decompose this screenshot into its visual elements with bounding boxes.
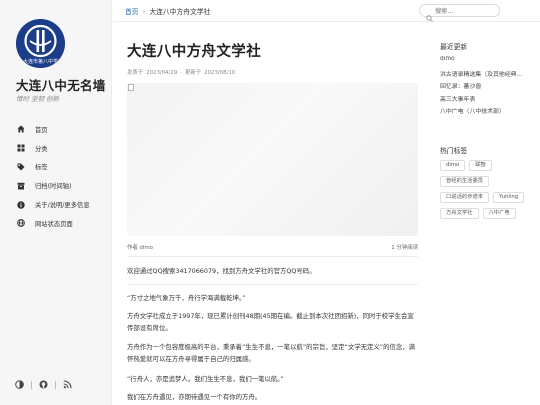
nav-item-status[interactable]: 网站状态页面	[0, 214, 112, 233]
paragraph: 我们在方舟遇见，亦期待遇见一个有你的方舟。	[127, 393, 262, 401]
theme-toggle-icon[interactable]	[15, 380, 24, 389]
nav-item-about[interactable]: 关于/说明/更多信息	[0, 195, 112, 214]
read-time: 1 分钟阅读	[391, 245, 418, 251]
archive-icon	[17, 182, 25, 190]
nav-item-archive[interactable]: 归档(时间轴)	[0, 176, 112, 195]
paragraph: 欢迎通过QQ搜索3417066079，找到方舟文学社的官方QQ号码。	[127, 267, 316, 275]
tag-chip[interactable]: 联智	[469, 160, 492, 171]
published-date: 2023/04/29	[146, 70, 178, 76]
post-author[interactable]: 作者 dimo	[127, 243, 153, 251]
nav-label: 分类	[35, 145, 48, 153]
tag-chip[interactable]: dimo	[440, 160, 466, 171]
search-box[interactable]	[419, 4, 500, 22]
popular-tags-heading: 热门标签	[440, 147, 468, 155]
nav-label: 网站状态页面	[35, 220, 73, 228]
nav-item-categories[interactable]: 分类	[0, 139, 112, 158]
search-icon	[426, 7, 433, 26]
recent-update-link[interactable]: dimo	[440, 56, 535, 69]
meta-separator: ·	[180, 70, 182, 76]
hero-image	[127, 83, 418, 236]
nav-label: 首页	[35, 126, 48, 134]
recent-update-link[interactable]: 高三大事年表	[440, 94, 535, 107]
paragraph: “方寸之地气象万千，舟行学海满载乾坤。”	[127, 294, 246, 302]
paragraph: “行舟人，亦是追梦人。我们生生不息，我们一笔以航。”	[127, 375, 284, 383]
breadcrumb-current: 大连八中方舟文学社	[149, 8, 211, 16]
divider	[31, 380, 32, 389]
updated-date: 2023/08/10	[204, 70, 236, 76]
github-icon[interactable]	[39, 380, 48, 389]
post-meta: 发表于 2023/04/29 · 更新于 2023/08/10	[127, 68, 238, 76]
top-bar: 首页 › 大连八中方舟文学社	[113, 0, 540, 22]
nav-item-home[interactable]: 首页	[0, 120, 112, 139]
home-icon	[17, 125, 25, 133]
updated-label: 更新于	[184, 70, 202, 76]
broken-image-icon	[128, 84, 134, 91]
nav-label: 归档(时间轴)	[35, 183, 72, 191]
sidebar: 大连市第八中学 大连八中无名墙 情时 坚韧 创新 首页 分类 标签 归档(时间轴…	[0, 0, 112, 405]
info-icon	[17, 200, 25, 209]
divider	[55, 380, 56, 389]
published-label: 发表于	[127, 70, 144, 76]
breadcrumb: 首页 › 大连八中方舟文学社	[125, 6, 210, 16]
tag-chip[interactable]: 八中广电	[482, 208, 516, 219]
nav-item-tags[interactable]: 标签	[0, 158, 112, 177]
post-title: 大连八中方舟文学社	[127, 44, 262, 60]
recent-updates-heading: 最近更新	[440, 43, 468, 51]
site-subtitle: 情时 坚韧 创新	[16, 95, 60, 103]
rss-icon[interactable]	[63, 380, 72, 389]
paragraph: 方舟作为一个包容度极高的平台，秉承着“生生不息，一笔以航”的宗旨，坚定“文学无定…	[127, 343, 416, 363]
tag-chip[interactable]: 曾经的生活委员	[440, 176, 490, 187]
site-title[interactable]: 大连八中无名墙	[16, 75, 106, 94]
tag-chip[interactable]: 口说话的歩道末	[440, 192, 490, 203]
tag-icon	[17, 163, 25, 171]
main-nav: 首页 分类 标签 归档(时间轴) 关于/说明/更多信息 网站状态页面	[0, 120, 112, 233]
recent-update-link[interactable]: 回忆录：蕃沙兽	[440, 81, 535, 94]
recent-updates-list: dimo 洪古语录精选集（及其他经典… 回忆录：蕃沙兽 高三大事年表 八中广电（…	[440, 56, 535, 119]
tag-chip[interactable]: Yuhling	[493, 192, 525, 203]
recent-update-link[interactable]: 八中广电（八中技术部）	[440, 106, 535, 119]
nav-label: 关于/说明/更多信息	[35, 202, 90, 210]
search-input[interactable]	[435, 6, 495, 16]
grid-icon	[17, 144, 25, 152]
globe-icon	[17, 219, 25, 228]
breadcrumb-home-link[interactable]: 首页	[125, 8, 139, 16]
breadcrumb-separator: ›	[142, 8, 146, 16]
logo-text: 大连市第八中学	[23, 58, 58, 65]
paragraph: 方舟文学社成立于1997年，现已累计创刊48期(45期在编。截止到本次社团招新)…	[127, 312, 414, 332]
recent-update-link[interactable]: 洪古语录精选集（及其他经典…	[440, 69, 535, 82]
sidebar-footer-icons	[15, 380, 79, 389]
paragraph-divider	[127, 284, 418, 285]
nav-label: 标签	[35, 164, 48, 172]
tag-chip[interactable]: 方舟文学社	[440, 208, 479, 219]
content-divider	[127, 256, 418, 257]
site-logo[interactable]: 大连市第八中学	[16, 19, 65, 68]
tag-cloud: dimo 联智 曾经的生活委员 口说话的歩道末 Yuhling 方舟文学社 八中…	[440, 160, 540, 224]
